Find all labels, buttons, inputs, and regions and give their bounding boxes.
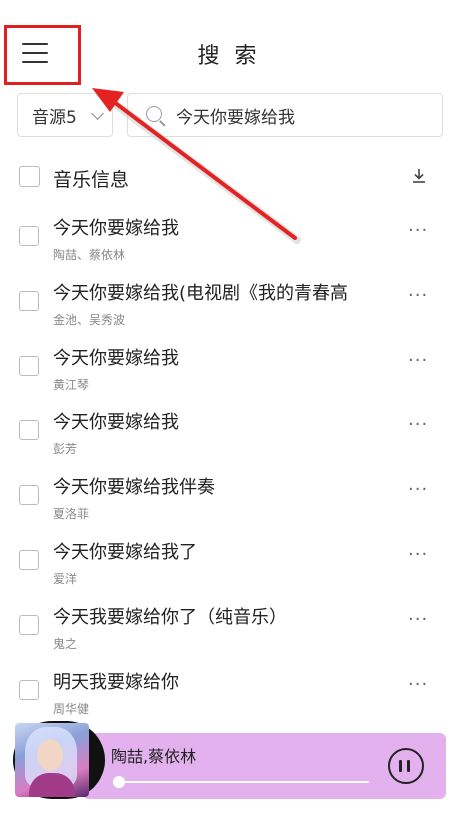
song-checkbox[interactable] — [19, 420, 39, 441]
song-checkbox[interactable] — [19, 550, 39, 570]
more-icon[interactable]: ··· — [408, 546, 428, 564]
source-select-label: 音源5 — [32, 107, 77, 128]
search-icon — [146, 106, 162, 122]
more-icon[interactable]: ··· — [408, 286, 428, 304]
song-artist: 金池、吴秀波 — [53, 312, 126, 327]
song-row[interactable]: 今天你要嫁给我彭芳 ··· — [0, 394, 458, 458]
song-artist: 黄江琴 — [53, 377, 90, 392]
download-icon[interactable] — [410, 167, 428, 185]
song-artist: 夏洛菲 — [53, 507, 90, 522]
song-title: 今天你要嫁给我伴奏 — [53, 477, 215, 499]
song-artist: 周华健 — [53, 701, 90, 716]
song-row[interactable]: 明天我要嫁给你周华健 ··· — [0, 654, 458, 718]
song-row[interactable]: 今天你要嫁给我了爱洋 ··· — [0, 524, 458, 588]
album-art[interactable] — [15, 723, 89, 797]
mini-player[interactable]: 陶喆,蔡依林 — [13, 721, 446, 799]
source-select[interactable]: 音源5 — [17, 93, 113, 137]
song-row[interactable]: 今天你要嫁给我(电视剧《我的青春高金池、吴秀波 ··· — [0, 265, 458, 329]
song-artist: 鬼之 — [53, 636, 78, 651]
song-checkbox[interactable] — [19, 614, 39, 635]
now-playing-artist: 陶喆,蔡依林 — [111, 747, 197, 766]
song-title: 明天我要嫁给你 — [53, 671, 179, 693]
song-title: 今天你要嫁给我 — [53, 347, 179, 369]
song-checkbox[interactable] — [19, 679, 39, 700]
song-row[interactable]: 今天我要嫁给你了（纯音乐） 鬼之 ··· — [0, 589, 458, 653]
select-all-checkbox[interactable] — [19, 166, 40, 187]
more-icon[interactable]: ··· — [408, 351, 428, 369]
song-artist: 陶喆、蔡依林 — [53, 248, 126, 262]
progress-track[interactable] — [113, 781, 369, 783]
song-title: 今天你要嫁给我 — [53, 412, 179, 434]
list-header-label: 音乐信息 — [53, 169, 130, 191]
song-title: 今天我要嫁给你了（纯音乐） — [53, 606, 287, 628]
chevron-down-icon — [91, 107, 104, 120]
more-icon[interactable]: ··· — [408, 610, 428, 628]
song-artist: 爱洋 — [53, 572, 78, 586]
more-icon[interactable]: ··· — [408, 416, 428, 434]
song-artist: 彭芳 — [53, 442, 78, 457]
pause-icon[interactable] — [388, 748, 424, 784]
page-title: 搜 索 — [197, 44, 261, 69]
more-icon[interactable]: ··· — [408, 481, 428, 499]
song-row[interactable]: 今天你要嫁给我伴奏夏洛菲 ··· — [0, 459, 458, 523]
more-icon[interactable]: ··· — [408, 222, 428, 240]
song-title: 今天你要嫁给我了 — [53, 542, 197, 563]
header: 搜 索 — [0, 0, 458, 92]
search-box[interactable] — [127, 93, 443, 137]
song-checkbox[interactable] — [19, 226, 39, 246]
song-checkbox[interactable] — [19, 485, 39, 506]
song-title: 今天你要嫁给我 — [53, 218, 179, 239]
song-row[interactable]: 今天你要嫁给我陶喆、蔡依林 ··· — [0, 200, 458, 264]
progress-knob[interactable] — [113, 776, 125, 788]
song-checkbox[interactable] — [19, 290, 39, 311]
more-icon[interactable]: ··· — [408, 675, 428, 693]
song-row[interactable]: 今天你要嫁给我黄江琴 ··· — [0, 330, 458, 394]
song-checkbox[interactable] — [19, 355, 39, 376]
search-input[interactable] — [176, 94, 426, 136]
song-title: 今天你要嫁给我(电视剧《我的青春高 — [53, 282, 349, 304]
